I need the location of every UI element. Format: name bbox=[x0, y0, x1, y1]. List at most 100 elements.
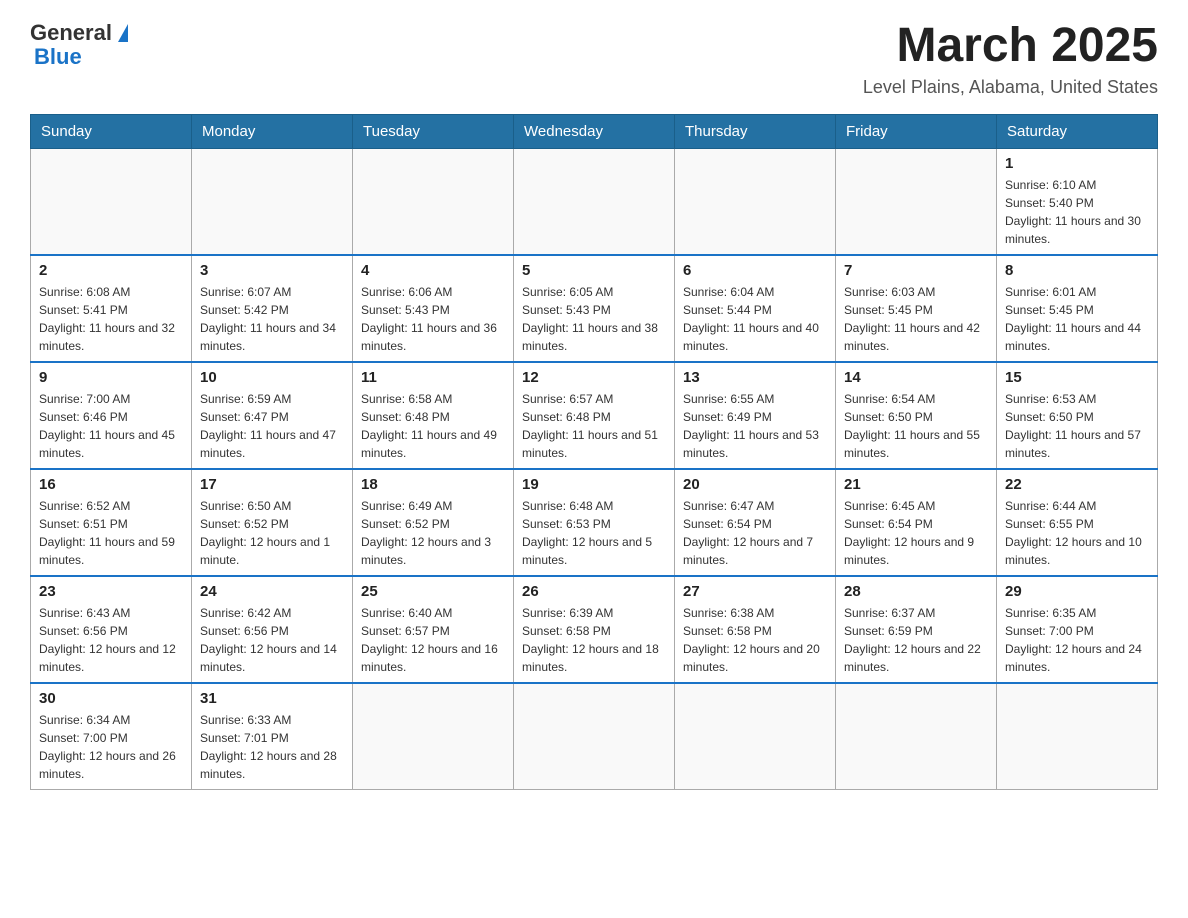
calendar-week-row: 1 Sunrise: 6:10 AMSunset: 5:40 PMDaylight… bbox=[31, 148, 1158, 255]
day-number: 29 bbox=[1005, 583, 1149, 600]
calendar-day-cell: 25Sunrise: 6:40 AMSunset: 6:57 PMDayligh… bbox=[353, 576, 514, 683]
calendar-day-header: Wednesday bbox=[514, 114, 675, 148]
day-info: Sunrise: 6:37 AMSunset: 6:59 PMDaylight:… bbox=[844, 604, 988, 676]
calendar-day-cell: 6 Sunrise: 6:04 AMSunset: 5:44 PMDaylight… bbox=[675, 255, 836, 362]
day-info: Sunrise: 6:47 AMSunset: 6:54 PMDaylight:… bbox=[683, 497, 827, 569]
calendar-day-cell: 27 Sunrise: 6:38 AMSunset: 6:58 PMDayligh… bbox=[675, 576, 836, 683]
calendar-day-cell bbox=[675, 148, 836, 255]
day-info: Sunrise: 6:04 AMSunset: 5:44 PMDaylight:… bbox=[683, 283, 827, 355]
day-number: 9 bbox=[39, 369, 183, 386]
calendar-day-cell bbox=[353, 683, 514, 790]
calendar-day-cell bbox=[836, 683, 997, 790]
calendar-day-cell: 24 Sunrise: 6:42 AMSunset: 6:56 PMDayligh… bbox=[192, 576, 353, 683]
day-info: Sunrise: 6:07 AMSunset: 5:42 PMDaylight:… bbox=[200, 283, 344, 355]
calendar-day-cell: 12Sunrise: 6:57 AMSunset: 6:48 PMDayligh… bbox=[514, 362, 675, 469]
month-title: March 2025 bbox=[863, 20, 1158, 73]
calendar-day-cell bbox=[31, 148, 192, 255]
calendar-table: SundayMondayTuesdayWednesdayThursdayFrid… bbox=[30, 114, 1158, 790]
day-info: Sunrise: 6:44 AMSunset: 6:55 PMDaylight:… bbox=[1005, 497, 1149, 569]
logo-general-text: General bbox=[30, 20, 128, 46]
calendar-week-row: 9 Sunrise: 7:00 AMSunset: 6:46 PMDaylight… bbox=[31, 362, 1158, 469]
day-number: 3 bbox=[200, 262, 344, 279]
day-number: 1 bbox=[1005, 155, 1149, 172]
day-number: 11 bbox=[361, 369, 505, 386]
day-info: Sunrise: 6:45 AMSunset: 6:54 PMDaylight:… bbox=[844, 497, 988, 569]
calendar-day-cell: 5Sunrise: 6:05 AMSunset: 5:43 PMDaylight… bbox=[514, 255, 675, 362]
calendar-day-cell: 7 Sunrise: 6:03 AMSunset: 5:45 PMDaylight… bbox=[836, 255, 997, 362]
day-info: Sunrise: 6:43 AMSunset: 6:56 PMDaylight:… bbox=[39, 604, 183, 676]
calendar-week-row: 2Sunrise: 6:08 AMSunset: 5:41 PMDaylight… bbox=[31, 255, 1158, 362]
day-info: Sunrise: 6:54 AMSunset: 6:50 PMDaylight:… bbox=[844, 390, 988, 462]
calendar-week-row: 23 Sunrise: 6:43 AMSunset: 6:56 PMDayligh… bbox=[31, 576, 1158, 683]
calendar-day-cell bbox=[514, 683, 675, 790]
calendar-week-row: 16 Sunrise: 6:52 AMSunset: 6:51 PMDayligh… bbox=[31, 469, 1158, 576]
day-number: 7 bbox=[844, 262, 988, 279]
day-number: 21 bbox=[844, 476, 988, 493]
calendar-day-cell: 15 Sunrise: 6:53 AMSunset: 6:50 PMDayligh… bbox=[997, 362, 1158, 469]
day-number: 25 bbox=[361, 583, 505, 600]
day-info: Sunrise: 7:00 AMSunset: 6:46 PMDaylight:… bbox=[39, 390, 183, 462]
calendar-day-cell: 2Sunrise: 6:08 AMSunset: 5:41 PMDaylight… bbox=[31, 255, 192, 362]
calendar-day-cell: 23 Sunrise: 6:43 AMSunset: 6:56 PMDayligh… bbox=[31, 576, 192, 683]
calendar-day-cell bbox=[997, 683, 1158, 790]
day-info: Sunrise: 6:01 AMSunset: 5:45 PMDaylight:… bbox=[1005, 283, 1149, 355]
calendar-day-cell: 9 Sunrise: 7:00 AMSunset: 6:46 PMDaylight… bbox=[31, 362, 192, 469]
calendar-day-cell: 13 Sunrise: 6:55 AMSunset: 6:49 PMDayligh… bbox=[675, 362, 836, 469]
day-info: Sunrise: 6:42 AMSunset: 6:56 PMDaylight:… bbox=[200, 604, 344, 676]
calendar-day-cell: 10Sunrise: 6:59 AMSunset: 6:47 PMDayligh… bbox=[192, 362, 353, 469]
day-info: Sunrise: 6:53 AMSunset: 6:50 PMDaylight:… bbox=[1005, 390, 1149, 462]
calendar-day-cell: 21 Sunrise: 6:45 AMSunset: 6:54 PMDayligh… bbox=[836, 469, 997, 576]
day-number: 15 bbox=[1005, 369, 1149, 386]
page-header: General Blue March 2025 Level Plains, Al… bbox=[30, 20, 1158, 98]
day-number: 4 bbox=[361, 262, 505, 279]
day-info: Sunrise: 6:55 AMSunset: 6:49 PMDaylight:… bbox=[683, 390, 827, 462]
day-number: 20 bbox=[683, 476, 827, 493]
day-info: Sunrise: 6:38 AMSunset: 6:58 PMDaylight:… bbox=[683, 604, 827, 676]
day-info: Sunrise: 6:49 AMSunset: 6:52 PMDaylight:… bbox=[361, 497, 505, 569]
day-info: Sunrise: 6:50 AMSunset: 6:52 PMDaylight:… bbox=[200, 497, 344, 569]
location-subtitle: Level Plains, Alabama, United States bbox=[863, 77, 1158, 98]
calendar-day-cell bbox=[836, 148, 997, 255]
day-number: 22 bbox=[1005, 476, 1149, 493]
calendar-day-header: Tuesday bbox=[353, 114, 514, 148]
calendar-day-cell: 19Sunrise: 6:48 AMSunset: 6:53 PMDayligh… bbox=[514, 469, 675, 576]
calendar-day-cell bbox=[675, 683, 836, 790]
day-info: Sunrise: 6:34 AMSunset: 7:00 PMDaylight:… bbox=[39, 711, 183, 783]
day-number: 2 bbox=[39, 262, 183, 279]
calendar-day-header: Saturday bbox=[997, 114, 1158, 148]
logo: General Blue bbox=[30, 20, 128, 70]
day-info: Sunrise: 6:57 AMSunset: 6:48 PMDaylight:… bbox=[522, 390, 666, 462]
logo-triangle-icon bbox=[118, 24, 128, 42]
calendar-day-header: Monday bbox=[192, 114, 353, 148]
day-number: 8 bbox=[1005, 262, 1149, 279]
calendar-day-cell: 29 Sunrise: 6:35 AMSunset: 7:00 PMDayligh… bbox=[997, 576, 1158, 683]
day-info: Sunrise: 6:48 AMSunset: 6:53 PMDaylight:… bbox=[522, 497, 666, 569]
day-number: 30 bbox=[39, 690, 183, 707]
title-area: March 2025 Level Plains, Alabama, United… bbox=[863, 20, 1158, 98]
day-number: 28 bbox=[844, 583, 988, 600]
calendar-day-cell: 18Sunrise: 6:49 AMSunset: 6:52 PMDayligh… bbox=[353, 469, 514, 576]
calendar-header-row: SundayMondayTuesdayWednesdayThursdayFrid… bbox=[31, 114, 1158, 148]
calendar-day-cell bbox=[514, 148, 675, 255]
day-number: 5 bbox=[522, 262, 666, 279]
calendar-day-cell: 26Sunrise: 6:39 AMSunset: 6:58 PMDayligh… bbox=[514, 576, 675, 683]
calendar-day-cell: 16 Sunrise: 6:52 AMSunset: 6:51 PMDayligh… bbox=[31, 469, 192, 576]
day-number: 23 bbox=[39, 583, 183, 600]
day-number: 13 bbox=[683, 369, 827, 386]
day-number: 16 bbox=[39, 476, 183, 493]
calendar-day-header: Friday bbox=[836, 114, 997, 148]
day-info: Sunrise: 6:03 AMSunset: 5:45 PMDaylight:… bbox=[844, 283, 988, 355]
day-number: 6 bbox=[683, 262, 827, 279]
calendar-day-cell bbox=[353, 148, 514, 255]
calendar-day-cell: 3 Sunrise: 6:07 AMSunset: 5:42 PMDaylight… bbox=[192, 255, 353, 362]
day-info: Sunrise: 6:58 AMSunset: 6:48 PMDaylight:… bbox=[361, 390, 505, 462]
day-number: 31 bbox=[200, 690, 344, 707]
calendar-day-cell: 22 Sunrise: 6:44 AMSunset: 6:55 PMDayligh… bbox=[997, 469, 1158, 576]
day-number: 14 bbox=[844, 369, 988, 386]
day-info: Sunrise: 6:10 AMSunset: 5:40 PMDaylight:… bbox=[1005, 176, 1149, 248]
day-info: Sunrise: 6:52 AMSunset: 6:51 PMDaylight:… bbox=[39, 497, 183, 569]
day-info: Sunrise: 6:59 AMSunset: 6:47 PMDaylight:… bbox=[200, 390, 344, 462]
day-number: 27 bbox=[683, 583, 827, 600]
day-info: Sunrise: 6:35 AMSunset: 7:00 PMDaylight:… bbox=[1005, 604, 1149, 676]
day-number: 24 bbox=[200, 583, 344, 600]
